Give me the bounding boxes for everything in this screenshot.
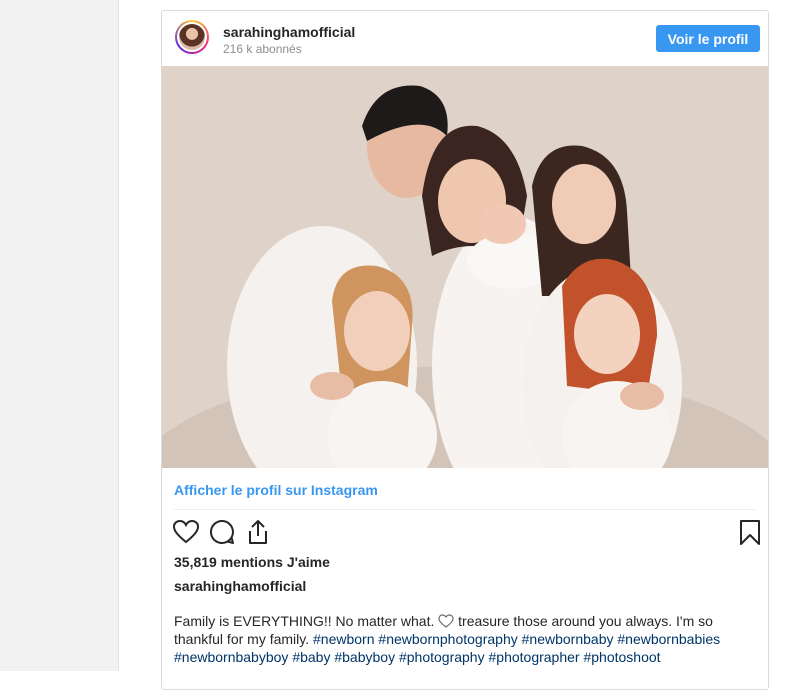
view-profile-button[interactable]: Voir le profil: [656, 25, 760, 52]
family-photo-illustration: [162, 66, 768, 468]
hashtag[interactable]: #newborn: [313, 631, 375, 647]
hashtag[interactable]: #photographer: [489, 649, 580, 665]
hashtag[interactable]: #newbornbabies: [617, 631, 720, 647]
post-photo[interactable]: [162, 66, 768, 468]
comment-icon[interactable]: [208, 518, 236, 546]
hashtag[interactable]: #newbornphotography: [378, 631, 517, 647]
heart-icon[interactable]: [172, 518, 200, 546]
username-link[interactable]: sarahinghamofficial: [223, 24, 355, 40]
heart-emoji-icon: [438, 614, 454, 628]
hashtag[interactable]: #newbornbaby: [522, 631, 614, 647]
likes-count[interactable]: 35,819 mentions J'aime: [174, 554, 330, 570]
bookmark-icon[interactable]: [736, 518, 764, 546]
page-left-gutter: [0, 0, 119, 671]
share-icon[interactable]: [244, 518, 272, 546]
hashtag[interactable]: #newbornbabyboy: [174, 649, 288, 665]
view-profile-on-instagram-link[interactable]: Afficher le profil sur Instagram: [174, 482, 378, 498]
hashtag[interactable]: #photoshoot: [583, 649, 660, 665]
hashtag[interactable]: #photography: [399, 649, 485, 665]
hashtag[interactable]: #babyboy: [334, 649, 395, 665]
avatar[interactable]: [175, 20, 209, 54]
caption-part-1: Family is EVERYTHING!! No matter what.: [174, 613, 439, 629]
instagram-embed: sarahinghamofficial 216 k abonnés Voir l…: [161, 10, 769, 690]
divider: [174, 509, 756, 510]
caption-username[interactable]: sarahinghamofficial: [174, 578, 306, 594]
embed-header: sarahinghamofficial 216 k abonnés Voir l…: [162, 11, 768, 65]
caption-text: Family is EVERYTHING!! No matter what. t…: [174, 612, 758, 666]
hashtag[interactable]: #baby: [292, 649, 330, 665]
followers-count: 216 k abonnés: [223, 42, 302, 56]
